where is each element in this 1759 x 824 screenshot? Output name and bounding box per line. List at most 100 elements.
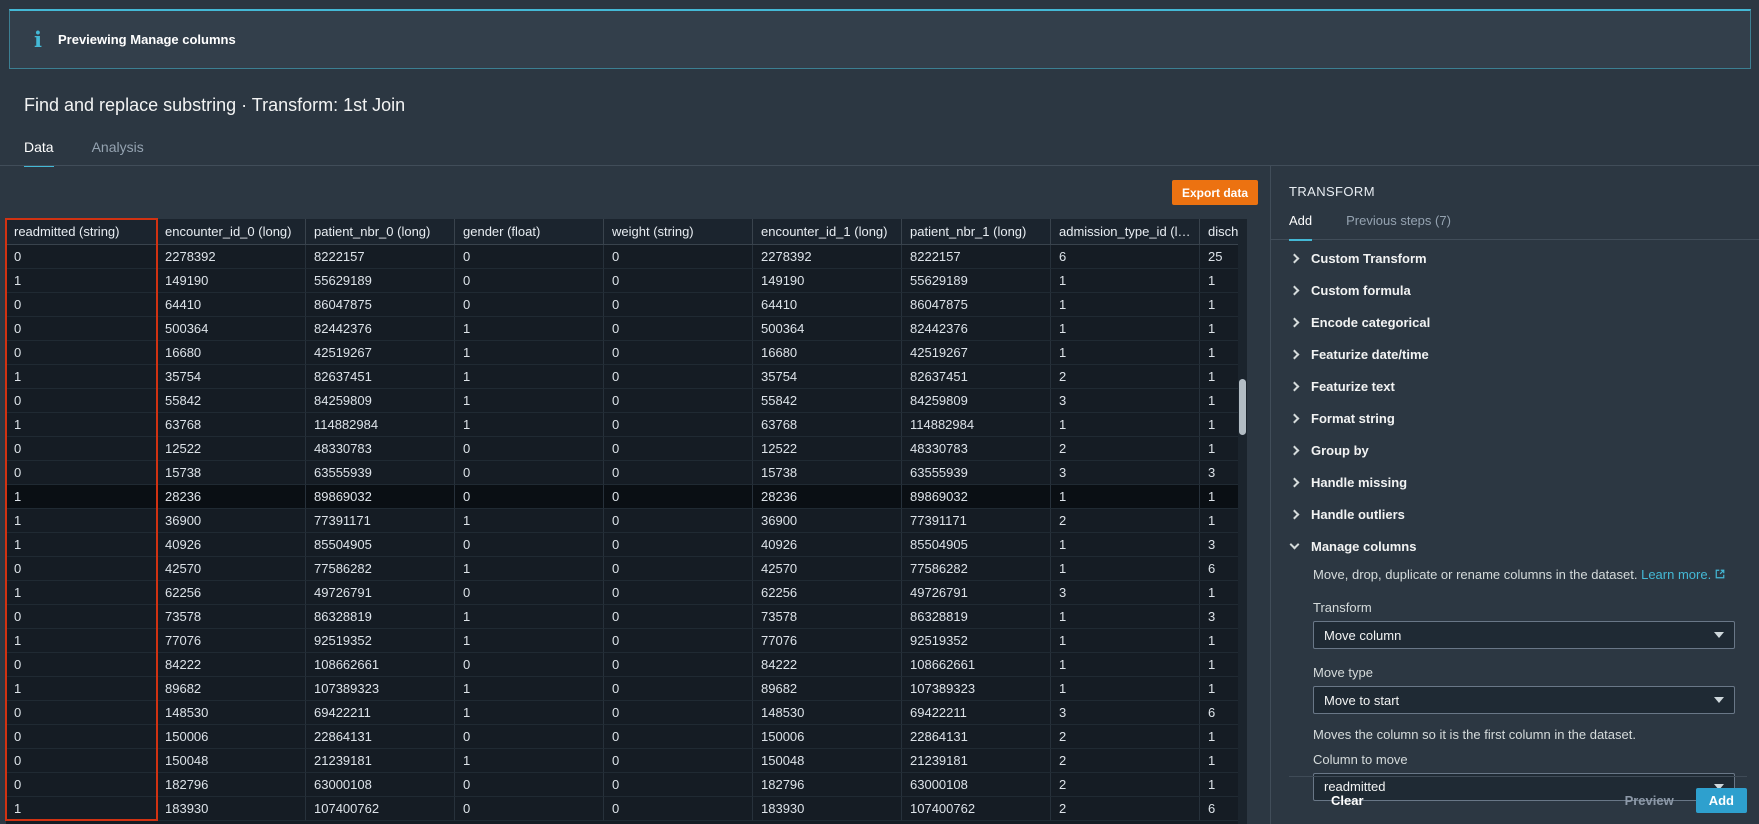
table-cell: 1 [6, 485, 157, 509]
chevron-right-icon [1289, 349, 1300, 359]
preview-button[interactable]: Preview [1625, 793, 1674, 808]
table-cell: 1 [1051, 269, 1200, 293]
table-row[interactable]: 0 500364 82442376 1 0 500364 82442376 1 1 [6, 317, 1246, 341]
transform-item-label: Featurize text [1311, 378, 1395, 394]
transform-item-label: Encode categorical [1311, 314, 1431, 330]
table-scrollbar[interactable] [1238, 219, 1247, 824]
column-header[interactable]: encounter_id_1 (long) [753, 219, 902, 245]
column-header[interactable]: gender (float) [455, 219, 604, 245]
table-cell: 0 [455, 485, 604, 509]
table-cell: 107400762 [306, 797, 455, 821]
table-row[interactable]: 1 35754 82637451 1 0 35754 82637451 2 1 [6, 365, 1246, 389]
table-cell: 1 [6, 365, 157, 389]
tab-previous-steps[interactable]: Previous steps (7) [1346, 213, 1451, 239]
transform-item-label: Manage columns [1311, 538, 1417, 554]
table-row[interactable]: 1 149190 55629189 0 0 149190 55629189 1 1 [6, 269, 1246, 293]
table-row[interactable]: 1 89682 107389323 1 0 89682 107389323 1 1 [6, 677, 1246, 701]
table-cell: 77076 [157, 629, 306, 653]
table-cell: 108662661 [902, 653, 1051, 677]
table-cell: 49726791 [902, 581, 1051, 605]
transform-item[interactable]: Featurize date/time [1289, 338, 1735, 370]
table-row[interactable]: 0 150048 21239181 1 0 150048 21239181 2 1 [6, 749, 1246, 773]
transform-item[interactable]: Handle outliers [1289, 498, 1735, 530]
column-header[interactable]: encounter_id_0 (long) [157, 219, 306, 245]
add-button[interactable]: Add [1695, 788, 1747, 813]
table-cell: 86047875 [306, 293, 455, 317]
table-row[interactable]: 0 148530 69422211 1 0 148530 69422211 3 6 [6, 701, 1246, 725]
transform-item[interactable]: Encode categorical [1289, 306, 1735, 338]
table-row[interactable]: 1 77076 92519352 1 0 77076 92519352 1 1 [6, 629, 1246, 653]
column-header[interactable]: patient_nbr_0 (long) [306, 219, 455, 245]
scrollbar-thumb[interactable] [1239, 379, 1246, 435]
table-row[interactable]: 0 73578 86328819 1 0 73578 86328819 1 3 [6, 605, 1246, 629]
chevron-right-icon [1289, 445, 1300, 455]
move-type-select-value: Move to start [1324, 692, 1400, 708]
table-cell: 49726791 [306, 581, 455, 605]
export-data-button[interactable]: Export data [1172, 180, 1259, 205]
table-cell: 15738 [753, 461, 902, 485]
table-cell: 3 [1051, 701, 1200, 725]
table-row[interactable]: 0 16680 42519267 1 0 16680 42519267 1 1 [6, 341, 1246, 365]
table-row[interactable]: 0 182796 63000108 0 0 182796 63000108 2 1 [6, 773, 1246, 797]
table-cell: 63768 [753, 413, 902, 437]
table-cell: 148530 [753, 701, 902, 725]
table-cell: 0 [604, 605, 753, 629]
table-cell: 183930 [157, 797, 306, 821]
column-header[interactable]: readmitted (string) [6, 219, 157, 245]
transform-item[interactable]: Format string [1289, 402, 1735, 434]
transform-item-manage-columns[interactable]: Manage columns [1289, 530, 1735, 562]
table-row[interactable]: 0 2278392 8222157 0 0 2278392 8222157 6 25 [6, 245, 1246, 269]
table-cell: 0 [6, 701, 157, 725]
table-cell: 500364 [753, 317, 902, 341]
table-row[interactable]: 1 40926 85504905 0 0 40926 85504905 1 3 [6, 533, 1246, 557]
transform-select[interactable]: Move column [1313, 621, 1735, 650]
table-cell: 0 [6, 389, 157, 413]
table-cell: 40926 [157, 533, 306, 557]
tab-data[interactable]: Data [24, 139, 54, 165]
column-header[interactable]: admission_type_id (lo... [1051, 219, 1200, 245]
transform-item-label: Handle missing [1311, 474, 1408, 490]
column-header[interactable]: weight (string) [604, 219, 753, 245]
table-row[interactable]: 1 28236 89869032 0 0 28236 89869032 1 1 [6, 485, 1246, 509]
table-row[interactable]: 0 15738 63555939 0 0 15738 63555939 3 3 [6, 461, 1246, 485]
table-cell: 1 [455, 605, 604, 629]
table-cell: 63555939 [902, 461, 1051, 485]
learn-more-link[interactable]: Learn more. [1641, 567, 1726, 582]
table-cell: 0 [604, 581, 753, 605]
table-cell: 1 [6, 629, 157, 653]
table-row[interactable]: 0 55842 84259809 1 0 55842 84259809 3 1 [6, 389, 1246, 413]
chevron-right-icon [1289, 285, 1300, 295]
manage-columns-description: Move, drop, duplicate or rename columns … [1313, 566, 1735, 584]
table-cell: 0 [604, 317, 753, 341]
table-row[interactable]: 1 62256 49726791 0 0 62256 49726791 3 1 [6, 581, 1246, 605]
table-row[interactable]: 0 42570 77586282 1 0 42570 77586282 1 6 [6, 557, 1246, 581]
move-type-select[interactable]: Move to start [1313, 686, 1735, 715]
table-cell: 16680 [753, 341, 902, 365]
table-cell: 0 [455, 581, 604, 605]
transform-item[interactable]: Group by [1289, 434, 1735, 466]
table-cell: 8222157 [902, 245, 1051, 269]
table-row[interactable]: 1 183930 107400762 0 0 183930 107400762 2 6 [6, 797, 1246, 821]
table-row[interactable]: 1 36900 77391171 1 0 36900 77391171 2 1 [6, 509, 1246, 533]
table-row[interactable]: 0 84222 108662661 0 0 84222 108662661 1 1 [6, 653, 1246, 677]
table-cell: 21239181 [306, 749, 455, 773]
transform-panel-footer: Clear Preview Add [1289, 776, 1747, 813]
table-cell: 82637451 [902, 365, 1051, 389]
table-cell: 0 [6, 749, 157, 773]
table-row[interactable]: 0 150006 22864131 0 0 150006 22864131 2 1 [6, 725, 1246, 749]
column-header[interactable]: patient_nbr_1 (long) [902, 219, 1051, 245]
transform-item[interactable]: Featurize text [1289, 370, 1735, 402]
table-row[interactable]: 0 64410 86047875 0 0 64410 86047875 1 1 [6, 293, 1246, 317]
table-cell: 89682 [753, 677, 902, 701]
table-cell: 92519352 [902, 629, 1051, 653]
transform-item[interactable]: Handle missing [1289, 466, 1735, 498]
transform-item[interactable]: Custom formula [1289, 274, 1735, 306]
table-row[interactable]: 1 63768 114882984 1 0 63768 114882984 1 1 [6, 413, 1246, 437]
tab-add[interactable]: Add [1289, 213, 1312, 239]
tab-analysis[interactable]: Analysis [92, 139, 144, 165]
table-row[interactable]: 0 12522 48330783 0 0 12522 48330783 2 1 [6, 437, 1246, 461]
transform-item-label: Featurize date/time [1311, 346, 1429, 362]
transform-item[interactable]: Custom Transform [1289, 242, 1735, 274]
clear-button[interactable]: Clear [1331, 793, 1364, 808]
table-cell: 0 [604, 653, 753, 677]
